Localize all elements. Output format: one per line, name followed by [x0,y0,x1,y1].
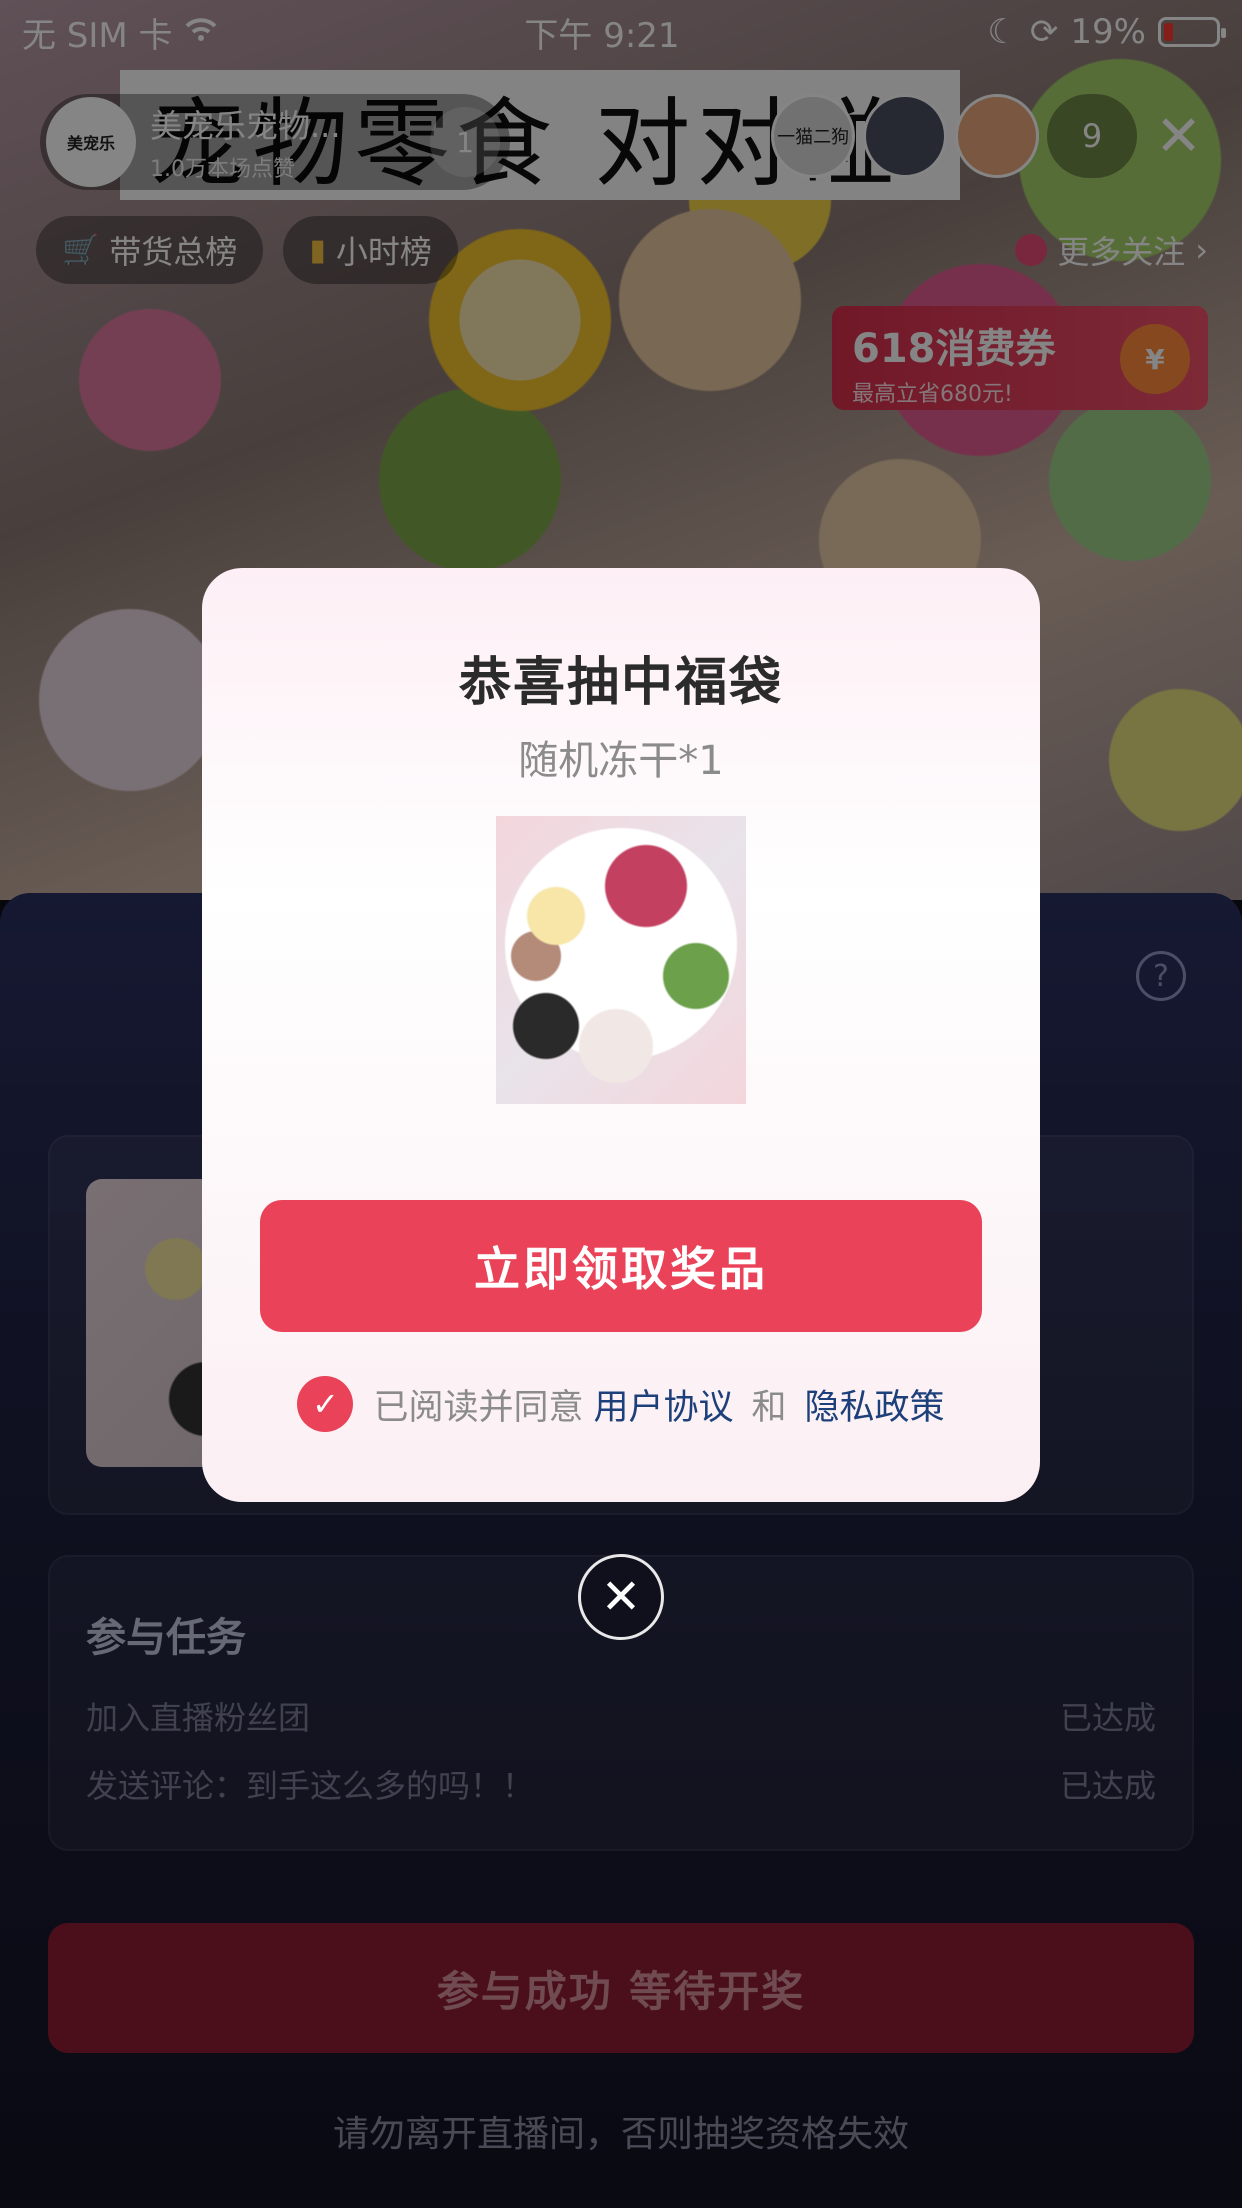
agreement-row: ✓ 已阅读并同意 用户协议 和 隐私政策 [202,1376,1040,1432]
agree-label: 已阅读并同意 [373,1387,584,1428]
close-modal-button[interactable]: ✕ [578,1554,664,1640]
user-agreement-link[interactable]: 用户协议 [593,1379,733,1430]
modal-title: 恭喜抽中福袋 [458,653,783,713]
prize-image [496,816,746,1104]
privacy-policy-link[interactable]: 隐私政策 [805,1379,945,1430]
agree-checkbox[interactable]: ✓ [297,1376,354,1432]
claim-prize-button[interactable]: 立即领取奖品 [260,1200,982,1332]
prize-modal: 恭喜抽中福袋 随机冻干*1 立即领取奖品 ✓ 已阅读并同意 用户协议 和 隐私政… [202,568,1040,1502]
and-label: 和 [751,1387,787,1428]
prize-name: 随机冻干*1 [518,738,724,784]
